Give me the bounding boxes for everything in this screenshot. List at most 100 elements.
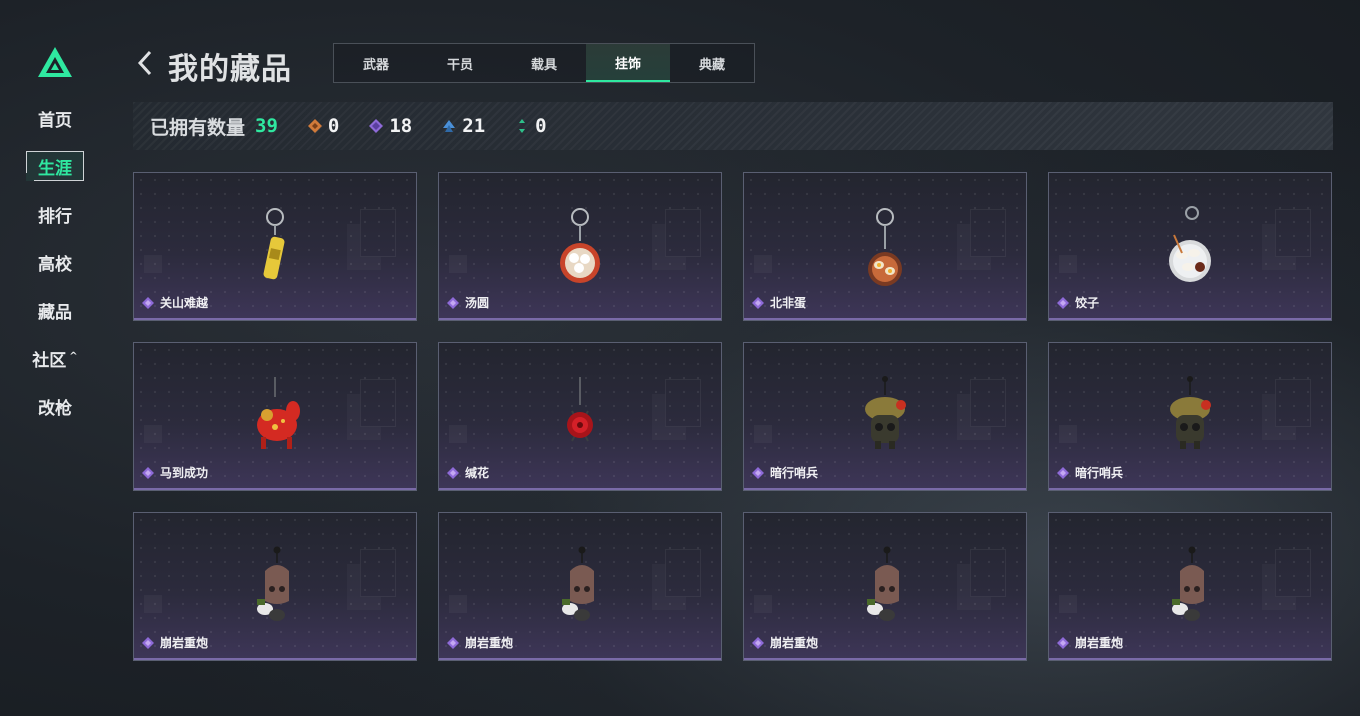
- sidebar-item-gunsmith[interactable]: 改枪: [26, 391, 84, 421]
- item-name: 饺子: [1075, 296, 1100, 310]
- item-name-row: 饺子: [1057, 294, 1099, 311]
- card-decoration: [144, 425, 162, 443]
- sidebar-item-university[interactable]: 高校: [26, 247, 84, 277]
- purple-rarity-icon: [752, 466, 764, 479]
- purple-rarity-icon: [142, 296, 154, 309]
- item-name-row: 崩岩重炮: [142, 634, 208, 651]
- stat-green-value: 0: [535, 115, 547, 137]
- item-name: 汤圆: [465, 296, 490, 310]
- item-card[interactable]: 关山难越: [133, 172, 417, 321]
- tab-weapons[interactable]: 武器: [334, 44, 418, 82]
- item-name: 崩岩重炮: [465, 636, 514, 650]
- card-decoration: [1275, 379, 1311, 427]
- stat-purple-value: 18: [389, 115, 413, 137]
- card-decoration: [754, 255, 772, 273]
- sidebar-item-home[interactable]: 首页: [26, 103, 84, 133]
- item-name-row: 北非蛋: [752, 294, 806, 311]
- item-name: 崩岩重炮: [160, 636, 209, 650]
- item-name: 马到成功: [160, 466, 209, 480]
- item-card[interactable]: 暗行哨兵: [743, 342, 1027, 491]
- item-name-row: 汤圆: [447, 294, 489, 311]
- camo-creature-icon: [1170, 376, 1211, 449]
- card-decoration: [970, 209, 1006, 257]
- dumpling-plate-icon: [1169, 206, 1211, 282]
- rock-creature-icon: [257, 546, 289, 621]
- card-decoration: [970, 549, 1006, 597]
- item-name: 暗行哨兵: [1075, 466, 1124, 480]
- stat-blue-value: 21: [462, 115, 486, 137]
- tab-vehicles[interactable]: 载具: [502, 44, 586, 82]
- card-decoration: [449, 595, 467, 613]
- card-decoration: [1059, 255, 1077, 273]
- stat-purple: 18: [369, 115, 412, 137]
- owned-count-total: 39: [255, 115, 278, 137]
- purple-rarity-icon: [1057, 466, 1069, 479]
- camo-creature-icon: [865, 376, 906, 449]
- card-decoration: [1275, 209, 1311, 257]
- card-decoration: [1059, 425, 1077, 443]
- blue-diamond-icon: [443, 120, 456, 132]
- can-keychain-icon: [263, 208, 285, 280]
- item-card[interactable]: 马到成功: [133, 342, 417, 491]
- card-decoration: [1275, 549, 1311, 597]
- card-decoration: [144, 255, 162, 273]
- owned-count-label: 已拥有数量: [150, 116, 246, 139]
- card-decoration: [754, 425, 772, 443]
- purple-rarity-icon: [142, 636, 154, 649]
- card-decoration: [665, 379, 701, 427]
- purple-rarity-icon: [1057, 296, 1069, 309]
- item-name: 暗行哨兵: [770, 466, 819, 480]
- item-card[interactable]: 崩岩重炮: [133, 512, 417, 661]
- purple-diamond-icon: [369, 119, 384, 133]
- app-logo-icon[interactable]: [37, 46, 73, 78]
- item-name-row: 暗行哨兵: [752, 464, 818, 481]
- sidebar-item-ranking[interactable]: 排行: [26, 199, 84, 229]
- item-name: 关山难越: [160, 296, 209, 310]
- item-name-row: 缄花: [447, 464, 489, 481]
- item-card[interactable]: 饺子: [1048, 172, 1332, 321]
- card-decoration: [360, 549, 396, 597]
- tab-charms[interactable]: 挂饰: [586, 44, 670, 82]
- item-card[interactable]: 缄花: [438, 342, 722, 491]
- tangyuan-bowl-icon: [560, 208, 600, 283]
- card-decoration: [144, 595, 162, 613]
- page-title: 我的藏品: [168, 52, 292, 87]
- tab-collection-edition[interactable]: 典藏: [670, 44, 754, 82]
- purple-rarity-icon: [752, 636, 764, 649]
- rock-creature-icon: [562, 546, 594, 621]
- red-rose-icon: [567, 377, 593, 442]
- card-decoration: [665, 549, 701, 597]
- card-decoration: [1059, 595, 1077, 613]
- sidebar: 首页 生涯 排行 高校 藏品 社区 ^ 改枪: [0, 0, 110, 716]
- shakshuka-pan-icon: [868, 208, 902, 286]
- item-card[interactable]: 崩岩重炮: [743, 512, 1027, 661]
- card-decoration: [970, 379, 1006, 427]
- item-card[interactable]: 汤圆: [438, 172, 722, 321]
- purple-rarity-icon: [752, 296, 764, 309]
- item-card[interactable]: 崩岩重炮: [1048, 512, 1332, 661]
- item-card[interactable]: 崩岩重炮: [438, 512, 722, 661]
- sidebar-item-career[interactable]: 生涯: [26, 151, 84, 181]
- chevron-up-icon: ^: [69, 350, 78, 362]
- ownership-stats-bar: 已拥有数量 39 0 18 21 0: [133, 102, 1333, 150]
- orange-diamond-icon: [307, 119, 322, 133]
- sidebar-item-community[interactable]: 社区 ^: [26, 343, 84, 373]
- stat-orange: 0: [307, 115, 340, 137]
- item-name-row: 崩岩重炮: [447, 634, 513, 651]
- back-arrow-icon[interactable]: [135, 48, 155, 78]
- item-name-row: 暗行哨兵: [1057, 464, 1123, 481]
- stat-orange-value: 0: [327, 115, 340, 137]
- rock-creature-icon: [1172, 546, 1204, 621]
- item-name: 崩岩重炮: [1075, 636, 1124, 650]
- purple-rarity-icon: [1057, 636, 1069, 649]
- item-card[interactable]: 暗行哨兵: [1048, 342, 1332, 491]
- card-decoration: [665, 209, 701, 257]
- item-card[interactable]: 北非蛋: [743, 172, 1027, 321]
- purple-rarity-icon: [447, 636, 459, 649]
- item-name-row: 崩岩重炮: [752, 634, 818, 651]
- sidebar-item-collection[interactable]: 藏品: [26, 295, 84, 325]
- stat-green: 0: [515, 115, 547, 137]
- item-name-row: 崩岩重炮: [1057, 634, 1123, 651]
- item-name: 缄花: [465, 466, 490, 480]
- tab-operators[interactable]: 干员: [418, 44, 502, 82]
